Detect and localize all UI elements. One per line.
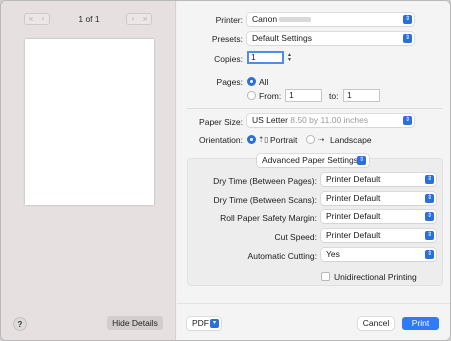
paper-size-label: Paper Size: (199, 117, 243, 127)
copies-stepper[interactable]: ▲ ▼ (286, 51, 293, 64)
hide-details-button[interactable]: Hide Details (107, 316, 163, 330)
footer-divider (177, 303, 450, 304)
cut-speed-popup[interactable]: Printer Default ⇕ (321, 229, 436, 242)
print-dialog: « ‹ 1 of 1 › » ? Hide Details Printer: C… (0, 0, 451, 341)
cancel-button[interactable]: Cancel (358, 317, 394, 330)
stepper-down-icon[interactable]: ▼ (287, 57, 292, 63)
printer-label: Printer: (215, 15, 243, 25)
pages-to-label: to: (329, 91, 339, 101)
advanced-settings-label: Advanced Paper Settings (262, 155, 358, 165)
chevron-updown-icon: ⇕ (425, 194, 434, 203)
unidirectional-checkbox[interactable] (321, 272, 330, 281)
copies-label: Copies: (214, 54, 243, 64)
redacted-printer-model (279, 17, 312, 23)
chevron-updown-icon: ⇕ (425, 231, 434, 240)
paper-preview (25, 39, 154, 205)
cut-speed-label: Cut Speed: (274, 232, 317, 242)
page-indicator: 1 of 1 (78, 14, 100, 24)
presets-popup[interactable]: Default Settings ⇕ (247, 32, 414, 45)
first-page-button[interactable]: « (25, 14, 37, 24)
chevron-updown-icon: ⇕ (403, 15, 412, 24)
presets-value: Default Settings (252, 33, 313, 43)
orientation-label: Orientation: (199, 135, 243, 145)
paper-size-detail: 8.50 by 11.00 inches (290, 115, 369, 125)
pages-from-label: From: (259, 91, 282, 101)
next-page-button[interactable]: › (127, 14, 139, 24)
unidirectional-label: Unidirectional Printing (334, 272, 417, 282)
dry-time-pages-popup[interactable]: Printer Default ⇕ (321, 173, 436, 186)
pages-all-radio[interactable] (247, 77, 256, 86)
landscape-radio[interactable] (306, 135, 315, 144)
landscape-orientation-icon: ⇢ (318, 135, 325, 144)
safety-margin-popup[interactable]: Printer Default ⇕ (321, 210, 436, 223)
presets-label: Presets: (211, 34, 243, 44)
dry-time-scans-popup[interactable]: Printer Default ⇕ (321, 192, 436, 205)
chevron-down-icon: ▾ (210, 319, 219, 328)
portrait-label: Portrait (270, 135, 298, 145)
copies-field[interactable]: 1 (247, 51, 284, 64)
paper-size-popup[interactable]: US Letter 8.50 by 11.00 inches ⇕ (247, 114, 414, 127)
paper-size-value: US Letter (252, 115, 288, 125)
advanced-settings-popup[interactable]: Advanced Paper Settings ⇕ (257, 154, 369, 167)
nav-next-last-group: › » (126, 13, 152, 25)
automatic-cutting-popup[interactable]: Yes ⇕ (321, 248, 436, 261)
cut-speed-value: Printer Default (326, 230, 381, 240)
pdf-label: PDF (192, 318, 209, 328)
pages-range-radio[interactable] (247, 91, 256, 100)
dry-time-scans-label: Dry Time (Between Scans): (213, 195, 317, 205)
chevron-updown-icon: ⇕ (403, 34, 412, 43)
landscape-label: Landscape (330, 135, 372, 145)
pages-label: Pages: (216, 77, 243, 87)
section-divider (187, 108, 442, 109)
chevron-updown-icon: ⇕ (403, 116, 412, 125)
print-button[interactable]: Print (402, 317, 439, 330)
dry-time-pages-value: Printer Default (326, 174, 381, 184)
automatic-cutting-value: Yes (326, 249, 340, 259)
nav-first-prev-group: « ‹ (24, 13, 50, 25)
pages-all-label: All (259, 77, 269, 87)
printer-popup[interactable]: Canon ⇕ (247, 13, 414, 26)
dry-time-scans-value: Printer Default (326, 193, 381, 203)
settings-pane: Printer: Canon ⇕ Presets: Default Settin… (177, 1, 450, 340)
last-page-button[interactable]: » (139, 14, 151, 24)
pages-from-field[interactable]: 1 (285, 89, 322, 102)
safety-margin-value: Printer Default (326, 211, 381, 221)
chevron-updown-icon: ⇕ (357, 156, 366, 165)
portrait-orientation-icon: ⇡▯ (258, 135, 269, 144)
pdf-menu-button[interactable]: PDF ▾ (187, 317, 221, 330)
printer-value: Canon (252, 14, 278, 24)
pages-to-field[interactable]: 1 (343, 89, 380, 102)
preview-pane: « ‹ 1 of 1 › » ? Hide Details (1, 1, 176, 340)
portrait-radio[interactable] (247, 135, 256, 144)
dry-time-pages-label: Dry Time (Between Pages): (213, 176, 317, 186)
chevron-updown-icon: ⇕ (425, 250, 434, 259)
safety-margin-label: Roll Paper Safety Margin: (220, 213, 317, 223)
previous-page-button[interactable]: ‹ (37, 14, 49, 24)
help-button[interactable]: ? (13, 317, 27, 331)
chevron-updown-icon: ⇕ (425, 212, 434, 221)
automatic-cutting-label: Automatic Cutting: (247, 251, 317, 261)
chevron-updown-icon: ⇕ (425, 175, 434, 184)
